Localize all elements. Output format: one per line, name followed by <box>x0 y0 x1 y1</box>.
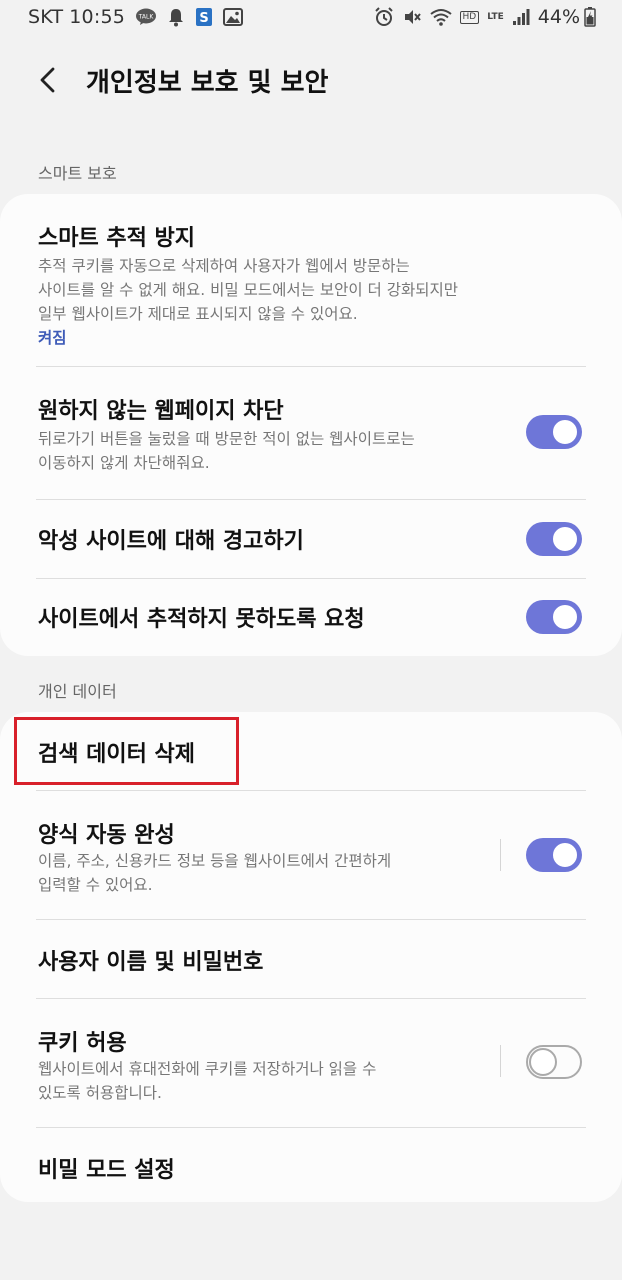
lte-label: LTE <box>487 11 504 22</box>
allow-cookies-row[interactable]: 쿠키 허용 웹사이트에서 휴대전화에 쿠키를 저장하거나 읽을 수 있도록 허용… <box>0 999 622 1127</box>
warn-malicious-sites-row[interactable]: 악성 사이트에 대해 경고하기 <box>0 500 622 578</box>
row-description-line-1: 웹사이트에서 휴대전화에 쿠키를 저장하거나 읽을 수 <box>38 1060 377 1078</box>
personal-data-card: 검색 데이터 삭제 양식 자동 완성 이름, 주소, 신용카드 정보 등을 웹사… <box>0 712 622 1202</box>
bell-icon <box>167 7 185 27</box>
secret-mode-settings-row[interactable]: 비밀 모드 설정 <box>0 1128 622 1202</box>
row-description-line-2: 입력할 수 있어요. <box>38 876 153 894</box>
battery-percent: 44% <box>537 6 580 28</box>
toggle-knob <box>529 1048 557 1076</box>
do-not-track-row[interactable]: 사이트에서 추적하지 못하도록 요청 <box>0 579 622 656</box>
smart-protection-card: 스마트 추적 방지 추적 쿠키를 자동으로 삭제하여 사용자가 웹에서 방문하는… <box>0 194 622 656</box>
svg-text:S: S <box>199 11 208 26</box>
section-label-personal-data: 개인 데이터 <box>38 682 117 701</box>
row-description-line-1: 이름, 주소, 신용카드 정보 등을 웹사이트에서 간편하게 <box>38 852 392 870</box>
mute-icon <box>402 7 422 27</box>
smart-tracking-prevention-row[interactable]: 스마트 추적 방지 추적 쿠키를 자동으로 삭제하여 사용자가 웹에서 방문하는… <box>0 194 622 366</box>
alarm-icon <box>374 7 394 27</box>
back-button[interactable] <box>30 62 66 98</box>
autofill-forms-row[interactable]: 양식 자동 완성 이름, 주소, 신용카드 정보 등을 웹사이트에서 간편하게 … <box>0 791 622 919</box>
battery-icon <box>584 7 596 27</box>
status-bar-right: HD LTE 44% <box>366 6 596 28</box>
row-title: 사이트에서 추적하지 못하도록 요청 <box>38 607 365 632</box>
autofill-forms-toggle[interactable] <box>526 838 582 872</box>
row-title: 스마트 추적 방지 <box>38 226 195 251</box>
status-bar: SKT 10:55 TALK S HD LTE 44% <box>0 0 622 38</box>
row-description-line-3: 일부 웹사이트가 제대로 표시되지 않을 수 있어요. <box>38 305 358 323</box>
row-title: 쿠키 허용 <box>38 1031 127 1056</box>
vertical-separator <box>500 839 501 871</box>
usernames-passwords-row[interactable]: 사용자 이름 및 비밀번호 <box>0 920 622 998</box>
svg-text:TALK: TALK <box>138 14 155 21</box>
row-description-line-2: 이동하지 않게 차단해줘요. <box>38 454 210 472</box>
lte-icon: LTE <box>487 11 504 22</box>
talk-icon: TALK <box>135 8 157 26</box>
hd-voice-icon: HD <box>459 10 480 24</box>
hd-label: HD <box>459 10 480 24</box>
row-title: 양식 자동 완성 <box>38 823 175 848</box>
row-description-line-1: 추적 쿠키를 자동으로 삭제하여 사용자가 웹에서 방문하는 <box>38 257 410 275</box>
carrier-label: SKT <box>28 6 64 28</box>
toggle-knob <box>551 418 579 446</box>
highlight-annotation-box <box>14 717 239 785</box>
block-unwanted-pages-row[interactable]: 원하지 않는 웹페이지 차단 뒤로가기 버튼을 눌렀을 때 방문한 적이 없는 … <box>0 367 622 499</box>
block-unwanted-pages-toggle[interactable] <box>526 415 582 449</box>
page-title: 개인정보 보호 및 보안 <box>86 68 329 98</box>
gallery-icon <box>223 8 244 26</box>
back-arrow-icon <box>40 67 55 93</box>
allow-cookies-toggle[interactable] <box>526 1045 582 1079</box>
clock: 10:55 <box>69 6 126 28</box>
toggle-knob <box>551 525 579 553</box>
row-description-line-2: 사이트를 알 수 없게 해요. 비밀 모드에서는 보안이 더 강화되지만 <box>38 281 459 299</box>
app-header: 개인정보 보호 및 보안 <box>0 50 622 110</box>
toggle-knob <box>551 841 579 869</box>
vertical-separator <box>500 1045 501 1077</box>
toggle-knob <box>551 603 579 631</box>
signal-icon <box>512 8 530 26</box>
do-not-track-toggle[interactable] <box>526 600 582 634</box>
row-title: 악성 사이트에 대해 경고하기 <box>38 529 304 554</box>
status-on-label: 켜짐 <box>38 329 67 347</box>
row-title: 비밀 모드 설정 <box>38 1158 175 1183</box>
row-description-line-1: 뒤로가기 버튼을 눌렀을 때 방문한 적이 없는 웹사이트로는 <box>38 430 415 448</box>
section-label-smart-protection: 스마트 보호 <box>38 164 117 183</box>
warn-malicious-sites-toggle[interactable] <box>526 522 582 556</box>
s-app-icon: S <box>195 7 213 27</box>
status-bar-left: SKT 10:55 TALK S <box>28 6 244 28</box>
row-title: 원하지 않는 웹페이지 차단 <box>38 399 284 424</box>
screen: SKT 10:55 TALK S HD LTE 44% 개인정보 보호 및 보안… <box>0 0 622 1280</box>
wifi-icon <box>429 8 452 26</box>
row-title: 사용자 이름 및 비밀번호 <box>38 950 264 975</box>
row-description-line-2: 있도록 허용합니다. <box>38 1084 162 1102</box>
